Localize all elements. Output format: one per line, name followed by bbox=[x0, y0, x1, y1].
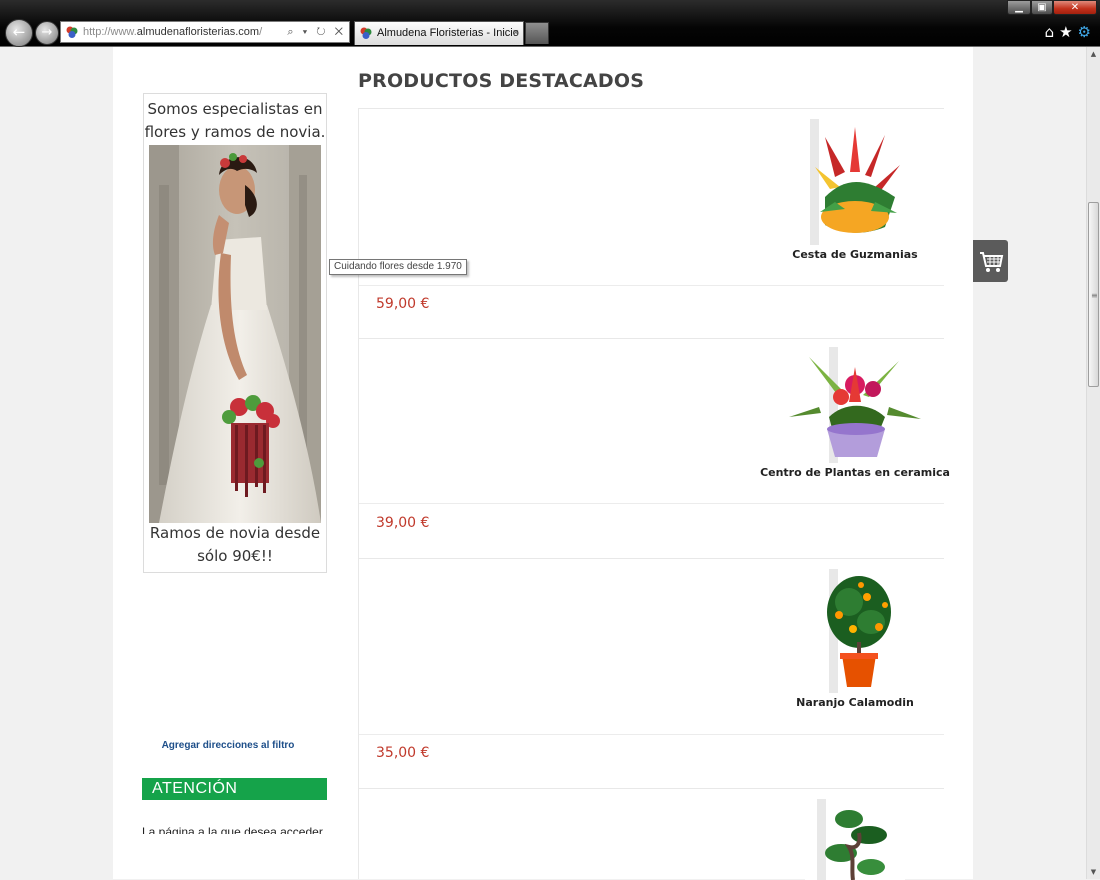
cart-button[interactable] bbox=[973, 240, 1008, 282]
promo-banner[interactable]: Somos especialistas en flores y ramos de… bbox=[143, 93, 327, 573]
scroll-down-icon[interactable]: ▼ bbox=[1087, 865, 1100, 879]
product-image-calamondin[interactable] bbox=[809, 567, 899, 695]
tooltip: Cuidando flores desde 1.970 bbox=[329, 259, 467, 275]
tab-title: Almudena Floristerias - Inicio bbox=[377, 27, 519, 39]
minimize-button[interactable]: ▁ bbox=[1007, 0, 1031, 15]
product-image-ceramic-plants[interactable] bbox=[789, 347, 921, 465]
add-filter-link[interactable]: Agregar direcciones al filtro bbox=[143, 740, 313, 751]
product-card[interactable]: Cesta de Guzmanias 59,00 € bbox=[358, 108, 944, 338]
forward-icon: → bbox=[41, 25, 53, 40]
product-price: 39,00 € bbox=[376, 515, 430, 531]
url-domain: almudenafloristerias.com bbox=[136, 26, 260, 38]
product-name[interactable]: Cesta de Guzmanias bbox=[755, 248, 955, 261]
url-suffix: / bbox=[259, 26, 263, 38]
browser-toolbar: ← → http://www.almudenafloristerias.com/… bbox=[0, 0, 1100, 47]
product-image-guzmania[interactable] bbox=[805, 117, 905, 247]
bride-bouquet-image bbox=[149, 145, 321, 523]
tab-favicon bbox=[360, 27, 372, 39]
scroll-up-icon[interactable]: ▲ bbox=[1087, 47, 1100, 61]
gear-icon[interactable]: ⚙ bbox=[1078, 23, 1096, 41]
back-icon: ← bbox=[12, 23, 26, 41]
maximize-button[interactable]: ▣ bbox=[1031, 0, 1053, 15]
scroll-thumb[interactable]: ≡ bbox=[1088, 202, 1099, 387]
product-price: 35,00 € bbox=[376, 745, 430, 761]
product-card[interactable] bbox=[358, 788, 944, 880]
site-favicon bbox=[66, 26, 78, 38]
window-controls: ▁ ▣ ✕ bbox=[1007, 0, 1097, 16]
promo-bottom-text: Ramos de novia desde sólo 90€!! bbox=[149, 524, 321, 565]
product-name[interactable]: Naranjo Calamodin bbox=[755, 696, 955, 709]
home-icon[interactable]: ⌂ bbox=[1045, 23, 1060, 41]
tab-close-icon[interactable]: × bbox=[513, 22, 519, 45]
cart-icon bbox=[980, 252, 1004, 272]
tab-active[interactable]: Almudena Floristerias - Inicio × bbox=[354, 21, 524, 45]
back-button[interactable]: ← bbox=[5, 19, 33, 47]
atencion-heading: ATENCIÓN bbox=[142, 778, 327, 800]
product-card[interactable]: Naranjo Calamodin 35,00 € bbox=[358, 558, 944, 788]
atencion-text: La página a la que desea acceder bbox=[142, 825, 323, 834]
promo-top-text: Somos especialistas en flores y ramos de… bbox=[144, 100, 326, 141]
browser-tools: ⌂★⚙ bbox=[1045, 23, 1096, 41]
product-name[interactable]: Centro de Plantas en ceramica bbox=[755, 466, 955, 479]
product-card[interactable]: Centro de Plantas en ceramica 39,00 € bbox=[358, 338, 950, 558]
address-bar[interactable]: http://www.almudenafloristerias.com/ ⌕ ▾… bbox=[60, 21, 350, 43]
close-window-button[interactable]: ✕ bbox=[1053, 0, 1097, 15]
vertical-scrollbar[interactable]: ▲ ≡ ▼ bbox=[1086, 47, 1100, 879]
new-tab-button[interactable] bbox=[525, 22, 549, 44]
product-price: 59,00 € bbox=[376, 296, 430, 312]
product-image-bonsai[interactable] bbox=[805, 797, 905, 880]
address-tools[interactable]: ⌕ ▾ ↻ ✕ bbox=[287, 22, 346, 42]
forward-button[interactable]: → bbox=[35, 21, 59, 45]
section-title: PRODUCTOS DESTACADOS bbox=[358, 70, 645, 92]
url-prefix: http://www. bbox=[83, 26, 137, 38]
star-icon[interactable]: ★ bbox=[1059, 23, 1077, 41]
